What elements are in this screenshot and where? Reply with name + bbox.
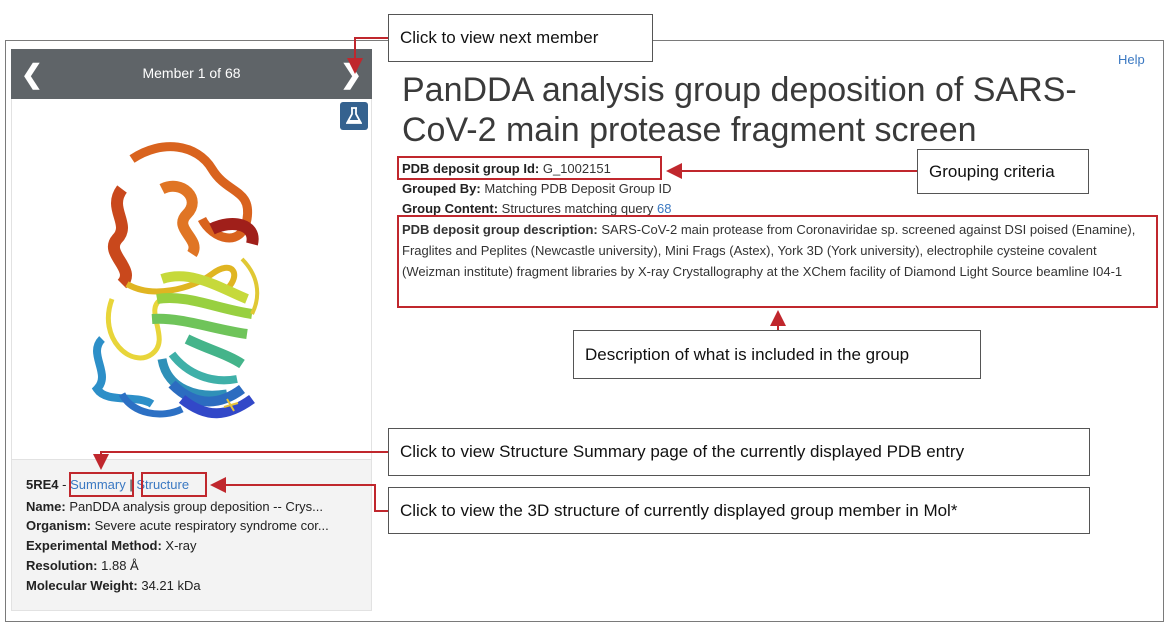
summary-arrow xyxy=(93,451,388,470)
next-member-arrow xyxy=(347,37,388,74)
structure-arrow xyxy=(210,477,388,512)
annotation-arrows xyxy=(93,37,917,512)
